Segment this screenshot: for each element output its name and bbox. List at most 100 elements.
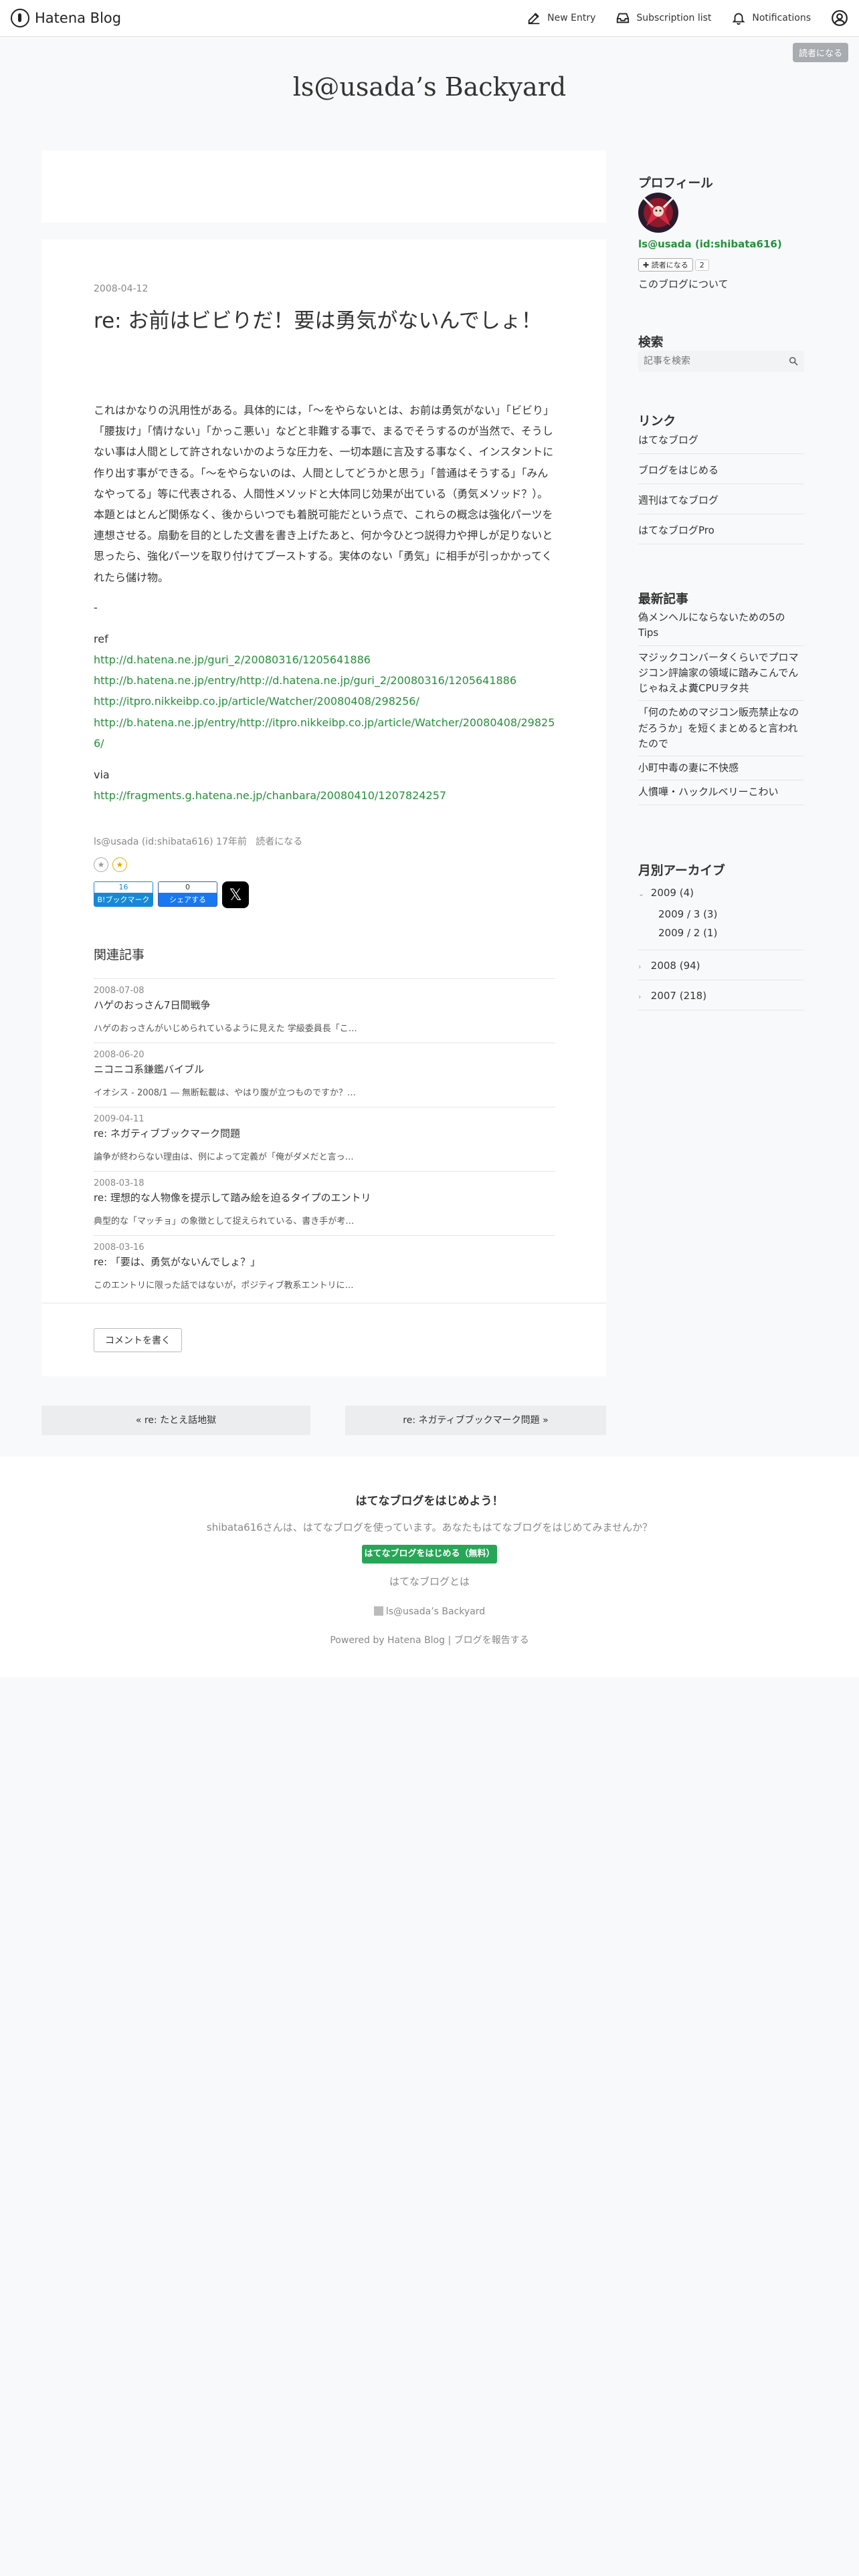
archive-list: ⌄ 2009 (4) 2009 / 3 (3) 2009 / 2 (1) › 2… — [638, 881, 804, 1010]
ref-link[interactable]: http://b.hatena.ne.jp/entry/http://itpro… — [94, 712, 555, 754]
footer-invite: shibata616さんは、はてなブログを使っています。あなたもはてなブログをは… — [206, 1521, 653, 1533]
avatar-image — [638, 193, 678, 233]
about-blog-link[interactable]: このブログについて — [638, 277, 804, 291]
user-icon[interactable] — [831, 9, 848, 27]
archive-year-link[interactable]: 2007 (218) — [651, 990, 706, 1002]
edit-icon — [528, 13, 540, 25]
related-date: 2008-06-20 — [94, 1050, 145, 1060]
recent-entry-link[interactable]: 小町中毒の妻に不快感 — [638, 756, 804, 781]
footer-heading: はてなブログをはじめよう！ — [355, 1495, 504, 1508]
related-list: 2008-07-08 ハゲのおっさん7日間戦争 ハゲのおっさんがいじめられている… — [94, 978, 555, 1299]
archive-year: › 2008 (94) — [638, 950, 804, 980]
subscription-list-label: Subscription list — [636, 13, 712, 23]
footer-blog-link[interactable]: ls@usada’s Backyard — [0, 1606, 859, 1617]
follow-link[interactable]: 読者になる — [256, 837, 302, 847]
related-title[interactable]: ハゲのおっさん7日間戦争 — [94, 998, 555, 1012]
brand-label: Hatena Blog — [35, 10, 122, 26]
related-item[interactable]: 2008-06-20 ニコニコ系鎌鑑バイブル イオシス - 2008/1 ― 無… — [94, 1043, 555, 1107]
bookmark-count: 16 — [94, 882, 153, 893]
star-icon[interactable]: ★ — [112, 857, 127, 872]
powered-by[interactable]: Powered by Hatena Blog | ブログを報告する — [0, 1633, 859, 1646]
blog-icon — [373, 1606, 383, 1616]
related-item[interactable]: 2008-03-18 re: 理想的な人物像を提示して踏み絵を迫るタイプのエント… — [94, 1171, 555, 1235]
add-star-icon[interactable]: ★ — [94, 857, 108, 872]
sidebar-link[interactable]: ブログをはじめる — [638, 454, 804, 484]
ref-link[interactable]: http://b.hatena.ne.jp/entry/http://d.hat… — [94, 670, 555, 691]
recent-entry-link[interactable]: 人慣嘩・ハックルベリーこわい — [638, 780, 804, 805]
follower-count[interactable]: 2 — [694, 259, 709, 271]
related-item[interactable]: 2009-04-11 re: ネガティブブックマーク問題 論争が終わらない理由は… — [94, 1107, 555, 1171]
follow-blog-button[interactable]: 読者になる — [792, 43, 848, 62]
related-title[interactable]: re: ネガティブブックマーク問題 — [94, 1126, 555, 1140]
entry-date[interactable]: 2008-04-12 — [94, 284, 555, 294]
avatar[interactable] — [638, 193, 678, 233]
via-label: via — [94, 768, 110, 781]
related-date: 2008-03-16 — [94, 1243, 145, 1253]
entry-body: これはかなりの汎用性がある。具体的には，「〜をやらないとは、お前は勇気がない」「… — [94, 400, 555, 806]
related-item[interactable]: 2008-03-16 re: 「要は、勇気がないんでしょ？」 このエントリに限っ… — [94, 1235, 555, 1299]
related-title[interactable]: re: 「要は、勇気がないんでしょ？」 — [94, 1255, 555, 1269]
related-title[interactable]: ニコニコ系鎌鑑バイブル — [94, 1062, 555, 1076]
write-comment-button[interactable]: コメントを書く — [94, 1328, 182, 1352]
hatena-blog-logo[interactable]: Hatena Blog — [11, 9, 121, 27]
chevron-right-icon[interactable]: › — [638, 962, 648, 971]
search-input[interactable] — [638, 350, 783, 372]
notifications-link[interactable]: Notifications — [731, 11, 811, 25]
ref-link[interactable]: http://d.hatena.ne.jp/guri_2/20080316/12… — [94, 649, 555, 670]
search-box — [638, 350, 804, 372]
archive-month-link[interactable]: 2009 / 3 (3) — [658, 904, 804, 923]
x-share-button[interactable]: 𝕏 — [222, 881, 249, 908]
search-icon[interactable] — [788, 356, 799, 366]
ref-link[interactable]: http://itpro.nikkeibp.co.jp/article/Watc… — [94, 691, 555, 712]
hatena-bookmark-button[interactable]: 16 B!ブックマーク — [94, 881, 153, 907]
profile-name[interactable]: ls@usada (id:shibata616) — [638, 238, 804, 250]
archive-months: 2009 / 3 (3) 2009 / 2 (1) — [658, 904, 804, 942]
footer-blog-name: ls@usada’s Backyard — [385, 1606, 486, 1617]
subscription-list-link[interactable]: Subscription list — [615, 11, 711, 25]
related-heading: 関連記事 — [94, 948, 145, 962]
chevron-down-icon[interactable]: ⌄ — [638, 889, 648, 898]
entry-ago[interactable]: 17年前 — [216, 837, 247, 847]
archive-year-link[interactable]: 2008 (94) — [651, 960, 700, 972]
plus-icon: ✚ — [643, 261, 652, 270]
entry-title[interactable]: re: お前はビビりだ！要は勇気がないんでしょ！ — [94, 305, 555, 337]
profile-follow-row: ✚ 読者になる 2 — [638, 258, 804, 272]
prev-entry-link[interactable]: « re: たとえ話地獄 — [41, 1406, 310, 1435]
archive-year-link[interactable]: 2009 (4) — [651, 887, 694, 899]
bookmark-label: B!ブックマーク — [94, 893, 153, 906]
recent-heading: 最新記事 — [638, 592, 688, 607]
via-link[interactable]: http://fragments.g.hatena.ne.jp/chanbara… — [94, 785, 555, 806]
entry-paragraph: これはかなりの汎用性がある。具体的には，「〜をやらないとは、お前は勇気がない」「… — [94, 404, 555, 500]
recent-entry-link[interactable]: 「何のためのマジコン販売禁止なのだろうか」を短くまとめると言われたので — [638, 701, 804, 756]
new-entry-label: New Entry — [547, 13, 596, 23]
sidebar-link[interactable]: はてなブログPro — [638, 514, 804, 544]
chevron-right-icon[interactable]: › — [638, 992, 648, 1001]
profile-follow-label: 読者になる — [651, 261, 688, 270]
start-blog-button[interactable]: はてなブログをはじめる（無料） — [362, 1545, 497, 1564]
next-entry-link[interactable]: re: ネガティブブックマーク問題 » — [345, 1406, 606, 1435]
sidebar-link[interactable]: はてなブログ — [638, 424, 804, 454]
entry-separator: - — [94, 601, 98, 614]
archive-month-link[interactable]: 2009 / 2 (1) — [658, 923, 804, 942]
profile-follow-button[interactable]: ✚ 読者になる — [638, 258, 693, 272]
x-logo-icon: 𝕏 — [229, 885, 242, 904]
sidebar-link[interactable]: 週刊はてなブログ — [638, 484, 804, 514]
blog-title[interactable]: ls@usada’s Backyard — [0, 72, 859, 102]
recent-entry-link[interactable]: 偽メンヘルにならないための5のTips — [638, 606, 804, 646]
recent-list: 偽メンヘルにならないための5のTips マジックコンバータくらいでプロマジコン評… — [638, 606, 804, 805]
facebook-share-button[interactable]: 0 シェアする — [158, 881, 217, 907]
about-hatena-blog-link[interactable]: はてなブログとは — [0, 1574, 859, 1588]
hatena-logo-icon — [11, 9, 29, 27]
archive-heading: 月別アーカイブ — [638, 863, 725, 878]
related-item[interactable]: 2008-07-08 ハゲのおっさん7日間戦争 ハゲのおっさんがいじめられている… — [94, 978, 555, 1043]
page-footer: はてなブログをはじめよう！ shibata616さんは、はてなブログを使っていま… — [0, 1457, 859, 1677]
bell-icon — [732, 13, 745, 25]
links-list: はてなブログ ブログをはじめる 週刊はてなブログ はてなブログPro — [638, 424, 804, 544]
new-entry-link[interactable]: New Entry — [527, 11, 595, 25]
article-card: 2008-04-12 re: お前はビビりだ！要は勇気がないんでしょ！ これはか… — [41, 239, 606, 1376]
author-link[interactable]: ls@usada (id:shibata616) — [94, 837, 213, 847]
related-title[interactable]: re: 理想的な人物像を提示して踏み絵を迫るタイプのエントリ — [94, 1190, 555, 1204]
related-snippet: ハゲのおっさんがいじめられているように見えた 学級委員長「こ… — [94, 1024, 357, 1034]
recent-entry-link[interactable]: マジックコンバータくらいでプロマジコン評論家の領域に踏みこんでんじゃねえよ糞CP… — [638, 646, 804, 702]
archive-year: ⌄ 2009 (4) 2009 / 3 (3) 2009 / 2 (1) — [638, 881, 804, 950]
